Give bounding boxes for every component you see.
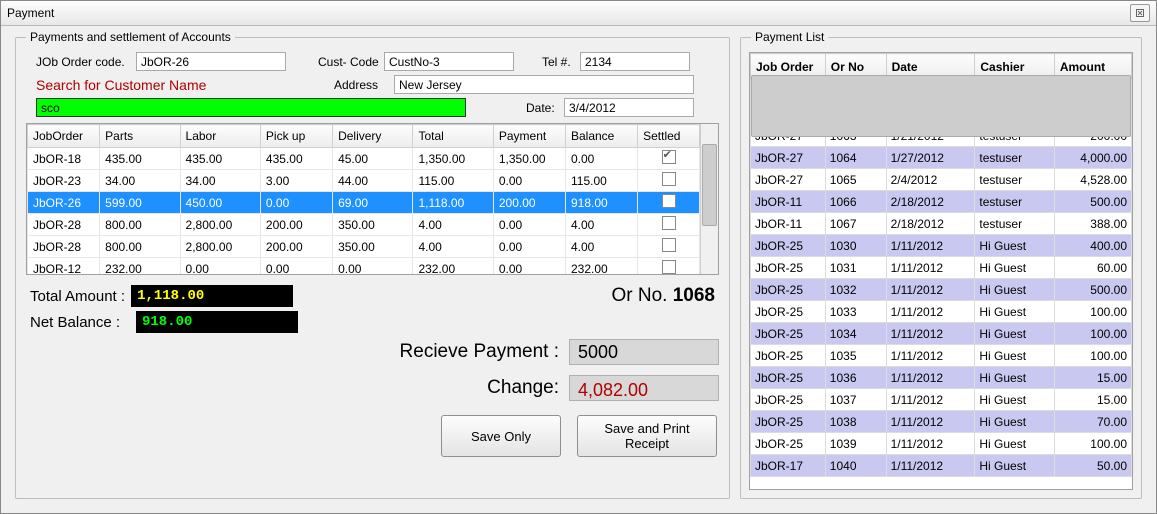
- table-row[interactable]: JbOR-2510391/11/2012Hi Guest100.00: [751, 433, 1132, 455]
- job-col-header[interactable]: Parts: [100, 125, 180, 148]
- table-row[interactable]: JbOR-2510341/11/2012Hi Guest100.00: [751, 323, 1132, 345]
- table-row[interactable]: JbOR-1110672/18/2012testuser388.00: [751, 213, 1132, 235]
- job-col-header[interactable]: Settled: [638, 125, 700, 148]
- table-row[interactable]: JbOR-2710652/4/2012testuser4,528.00: [751, 169, 1132, 191]
- job-col-header[interactable]: Payment: [493, 125, 565, 148]
- titlebar: Payment: [1, 1, 1156, 26]
- settled-checkbox[interactable]: [662, 172, 676, 186]
- table-row[interactable]: JbOR-1110662/18/2012testuser500.00: [751, 191, 1132, 213]
- table-row[interactable]: JbOR-2510331/11/2012Hi Guest100.00: [751, 301, 1132, 323]
- job-col-header[interactable]: Total: [413, 125, 493, 148]
- table-row[interactable]: JbOR-26599.00450.000.0069.001,118.00200.…: [28, 192, 700, 214]
- address-label: Address: [334, 78, 394, 92]
- tel-label: Tel #.: [542, 55, 580, 69]
- tel-input[interactable]: [580, 52, 690, 71]
- settled-checkbox[interactable]: [662, 260, 676, 274]
- job-col-header[interactable]: Pick up: [260, 125, 332, 148]
- search-label: Search for Customer Name: [36, 77, 296, 93]
- job-order-code-label: JOb Order code.: [36, 55, 136, 69]
- or-no-text: Or No.: [611, 285, 667, 306]
- net-balance-label: Net Balance :: [30, 314, 130, 331]
- table-row[interactable]: JbOR-18435.00435.00435.0045.001,350.001,…: [28, 148, 700, 170]
- job-col-header[interactable]: Balance: [565, 125, 637, 148]
- settled-checkbox[interactable]: [662, 150, 676, 164]
- date-label: Date:: [526, 101, 564, 115]
- close-icon[interactable]: [1130, 4, 1150, 22]
- payment-list-title: Payment List: [751, 30, 828, 44]
- change-label: Change:: [26, 377, 559, 399]
- payment-window: Payment Payments and settlement of Accou…: [0, 0, 1157, 514]
- table-row[interactable]: JbOR-2510301/11/2012Hi Guest400.00: [751, 235, 1132, 257]
- table-row[interactable]: JbOR-2510321/11/2012Hi Guest500.00: [751, 279, 1132, 301]
- table-row[interactable]: JbOR-2510371/11/2012Hi Guest15.00: [751, 389, 1132, 411]
- receive-payment-label: Recieve Payment :: [26, 341, 559, 363]
- address-input[interactable]: [394, 75, 694, 94]
- job-col-header[interactable]: Labor: [180, 125, 260, 148]
- settled-checkbox[interactable]: [662, 238, 676, 252]
- receive-payment-input[interactable]: [569, 339, 719, 365]
- settled-checkbox[interactable]: [662, 216, 676, 230]
- save-print-button[interactable]: Save and Print Receipt: [577, 415, 717, 457]
- table-row[interactable]: JbOR-12232.000.000.000.00232.000.00232.0…: [28, 258, 700, 275]
- or-no-label: Or No. 1068: [611, 285, 715, 307]
- search-input[interactable]: [36, 98, 466, 117]
- job-col-header[interactable]: Delivery: [333, 125, 413, 148]
- job-col-header[interactable]: JobOrder: [28, 125, 100, 148]
- cust-code-label: Cust- Code: [318, 55, 384, 69]
- total-amount-label: Total Amount :: [30, 288, 125, 305]
- table-row[interactable]: JbOR-1710401/11/2012Hi Guest50.00: [751, 455, 1132, 477]
- job-grid-scrollbar[interactable]: [700, 124, 718, 274]
- or-no-value: 1068: [673, 285, 715, 306]
- table-row[interactable]: JbOR-2510381/11/2012Hi Guest70.00: [751, 411, 1132, 433]
- total-amount-display: 1,118.00: [131, 285, 293, 307]
- accounts-group-title: Payments and settlement of Accounts: [26, 30, 235, 44]
- table-row[interactable]: JbOR-2510361/11/2012Hi Guest15.00: [751, 367, 1132, 389]
- table-row[interactable]: JbOR-2510351/11/2012Hi Guest100.00: [751, 345, 1132, 367]
- window-title: Payment: [7, 1, 54, 25]
- table-row[interactable]: JbOR-2510311/11/2012Hi Guest60.00: [751, 257, 1132, 279]
- save-only-button[interactable]: Save Only: [441, 415, 561, 457]
- table-row[interactable]: JbOR-2710641/27/2012testuser4,000.00: [751, 147, 1132, 169]
- change-display: 4,082.00: [569, 375, 719, 401]
- date-input[interactable]: [564, 98, 694, 117]
- accounts-group: Payments and settlement of Accounts JOb …: [15, 37, 730, 499]
- table-row[interactable]: JbOR-2334.0034.003.0044.00115.000.00115.…: [28, 170, 700, 192]
- net-balance-display: 918.00: [136, 311, 298, 333]
- table-row[interactable]: JbOR-28800.002,800.00200.00350.004.000.0…: [28, 214, 700, 236]
- settled-checkbox[interactable]: [662, 194, 676, 208]
- job-order-grid[interactable]: JobOrderPartsLaborPick upDeliveryTotalPa…: [26, 123, 719, 275]
- table-row[interactable]: JbOR-28800.002,800.00200.00350.004.000.0…: [28, 236, 700, 258]
- job-order-code-input[interactable]: [136, 52, 286, 71]
- cust-code-input[interactable]: [384, 52, 514, 71]
- payment-list-group: Payment List Job OrderOr NoDateCashierAm…: [740, 37, 1142, 499]
- payment-list-grid[interactable]: Job OrderOr NoDateCashierAmount JbOR-261…: [749, 52, 1133, 490]
